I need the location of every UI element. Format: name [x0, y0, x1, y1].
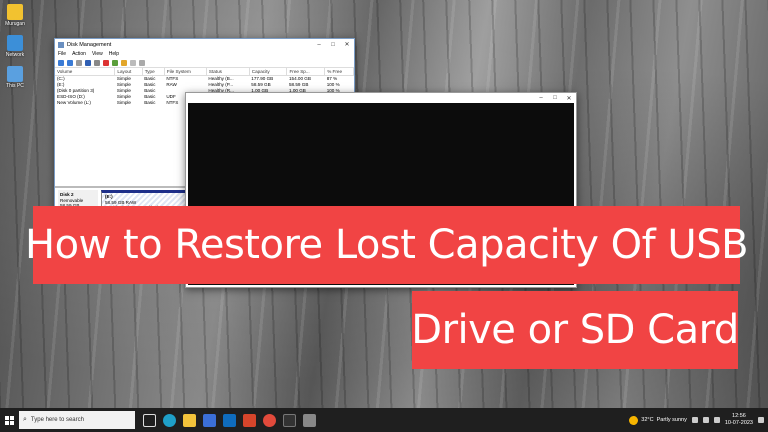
disk-management-taskbar-icon[interactable] [303, 413, 316, 427]
menu-file[interactable]: File [58, 51, 66, 57]
minimize-button[interactable]: – [312, 42, 326, 48]
file-icon [7, 4, 23, 20]
clock-time: 12:56 [732, 413, 746, 419]
back-icon[interactable] [58, 59, 64, 66]
minimize-button[interactable]: – [534, 95, 548, 101]
help-icon[interactable] [85, 59, 91, 66]
terminal-icon[interactable] [283, 413, 296, 427]
close-button[interactable]: ✕ [340, 41, 354, 48]
search-icon: ⌕ [23, 416, 27, 423]
desktop-icons: Murugan Network This PC [2, 4, 28, 97]
desktop-icon-this-pc[interactable]: This PC [2, 66, 28, 89]
weather-widget[interactable]: 32°C Partly sunny [629, 415, 687, 425]
document-icon[interactable] [130, 59, 136, 66]
notification-icon[interactable] [758, 417, 764, 423]
column-type[interactable]: Type [142, 68, 165, 76]
column-free-space[interactable]: Free Sp... [286, 68, 326, 76]
file-explorer-icon[interactable] [183, 413, 196, 427]
weather-temp: 32°C [641, 417, 654, 423]
title-banner-line1: How to Restore Lost Capacity Of USB [25, 206, 749, 284]
column-percent-free[interactable]: % Free [324, 68, 354, 76]
desktop-icon-murugan[interactable]: Murugan [2, 4, 28, 27]
menu-bar: File Action View Help [55, 50, 354, 58]
chevron-up-icon[interactable] [691, 417, 698, 423]
computer-icon [7, 66, 23, 82]
taskbar-search[interactable]: ⌕ Type here to search [19, 411, 135, 429]
check-icon[interactable] [112, 59, 118, 66]
toolbar [55, 58, 354, 68]
disk-management-icon [58, 41, 64, 48]
list-icon[interactable] [76, 59, 82, 66]
window-titlebar[interactable]: Disk Management – □ ✕ [55, 39, 354, 50]
column-status[interactable]: Status [206, 68, 250, 76]
system-tray: 32°C Partly sunny 12:56 10-07-2023 [629, 413, 768, 427]
weather-text: Partly sunny [656, 417, 687, 423]
column-capacity[interactable]: Capacity [249, 68, 288, 76]
task-view-icon[interactable] [143, 413, 156, 427]
office-icon[interactable] [243, 413, 256, 427]
title-banner-line2: Drive or SD Card [411, 291, 739, 369]
store-icon[interactable] [203, 413, 216, 427]
start-button[interactable] [0, 408, 18, 432]
maximize-button[interactable]: □ [548, 95, 562, 101]
view-icon[interactable] [139, 59, 145, 66]
column-volume[interactable]: Volume [55, 68, 116, 76]
maximize-button[interactable]: □ [326, 42, 340, 48]
desktop-icon-network[interactable]: Network [2, 35, 28, 58]
menu-view[interactable]: View [92, 51, 103, 57]
network-icon [7, 35, 23, 51]
forward-icon[interactable] [67, 59, 73, 66]
network-icon[interactable] [702, 417, 709, 423]
menu-help[interactable]: Help [109, 51, 119, 57]
column-file-system[interactable]: File System [164, 68, 207, 76]
properties-icon[interactable] [94, 59, 100, 66]
taskbar-clock[interactable]: 12:56 10-07-2023 [725, 413, 753, 427]
chrome-icon[interactable] [263, 413, 276, 427]
volume-icon[interactable] [713, 417, 720, 423]
edge-icon[interactable] [163, 413, 176, 427]
taskbar: ⌕ Type here to search 32°C Partly sunny … [0, 408, 768, 432]
taskbar-apps [143, 413, 316, 427]
column-layout[interactable]: Layout [114, 68, 143, 76]
sun-icon [629, 415, 639, 425]
command-window-titlebar[interactable]: – □ ✕ [186, 93, 576, 103]
windows-logo-icon [4, 415, 14, 425]
clock-date: 10-07-2023 [724, 420, 753, 426]
delete-icon[interactable] [103, 59, 109, 66]
window-title: Disk Management [67, 41, 112, 48]
menu-action[interactable]: Action [72, 51, 86, 57]
search-placeholder: Type here to search [30, 417, 84, 423]
mail-icon[interactable] [223, 413, 236, 427]
close-button[interactable]: ✕ [562, 95, 576, 102]
search-icon[interactable] [121, 59, 127, 66]
